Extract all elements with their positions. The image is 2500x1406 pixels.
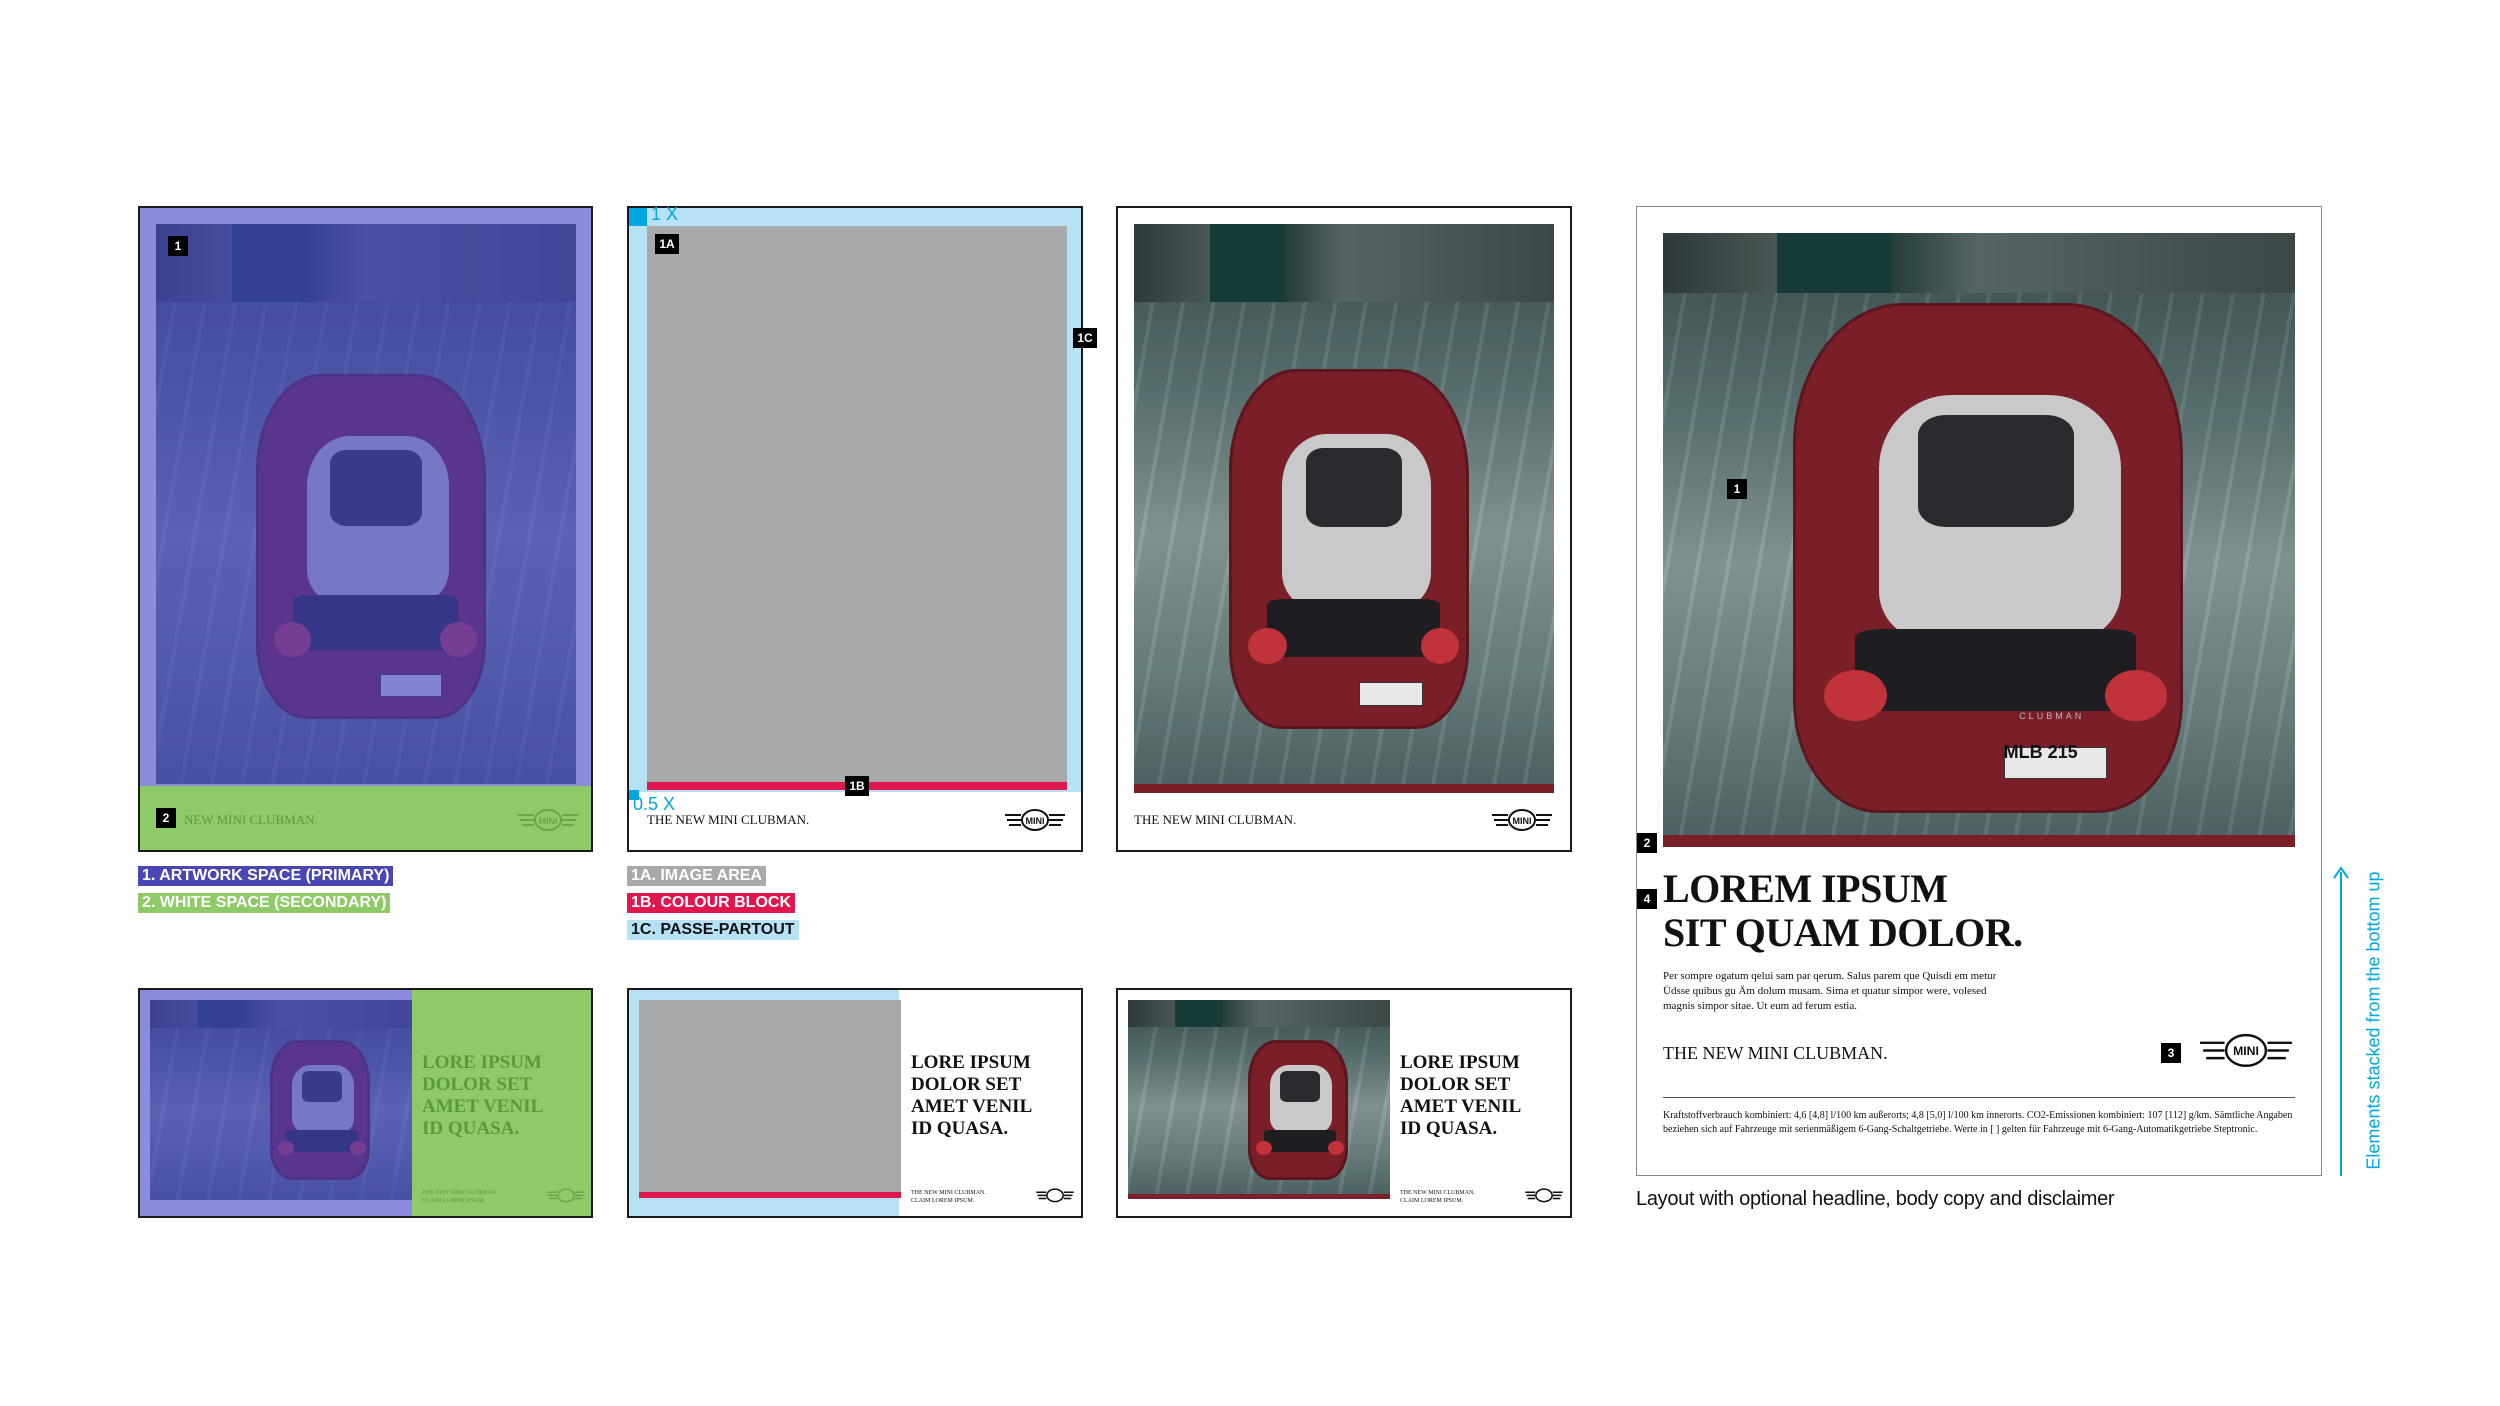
colour-block-bar — [1134, 784, 1554, 793]
small-headline: LORE IPSUM DOLOR SET AMET VENIL ID QUASA… — [911, 1052, 1032, 1140]
arrow-up-icon — [2333, 866, 2349, 879]
mini-logo-icon — [1036, 1188, 1074, 1203]
artwork-space-overlay — [140, 208, 591, 786]
legend-colour-block: 1B. COLOUR BLOCK — [627, 893, 795, 913]
headline-line: AMET VENIL — [1400, 1096, 1522, 1117]
marker-2: 2 — [1637, 833, 1657, 853]
claim-small: CLAIM LOREM IPSUM. — [1400, 1198, 1464, 1204]
headline-line: DOLOR SET — [911, 1074, 1022, 1095]
image-area — [639, 1000, 901, 1192]
layout-photo — [1134, 224, 1554, 784]
headline-line: DOLOR SET — [422, 1074, 533, 1095]
artwork-space-overlay — [140, 990, 412, 1216]
landscape-artwork-white-space: LORE IPSUM DOLOR SET AMET VENIL ID QUASA… — [138, 988, 593, 1218]
svg-text:MINI: MINI — [1513, 816, 1532, 826]
marker-1b: 1B — [845, 776, 869, 796]
tagline-small: THE NEW MINI CLUBMAN. — [911, 1190, 986, 1196]
tagline: THE NEW MINI CLUBMAN. — [1134, 812, 1297, 827]
mini-logo-icon: MINI — [518, 809, 578, 831]
big-headline: LOREM IPSUM SIT QUAM DOLOR. — [1663, 867, 2023, 955]
mini-logo-icon — [1525, 1188, 1563, 1203]
tagline-green: NEW MINI CLUBMAN. — [184, 812, 318, 827]
marker-1a: 1A — [655, 234, 679, 254]
car-illustration — [1229, 369, 1469, 729]
headline-line: DOLOR SET — [1400, 1074, 1511, 1095]
panel-artwork-white-space: 1 2 NEW MINI CLUBMAN. MINI — [138, 206, 593, 852]
tagline: THE NEW MINI CLUBMAN. — [647, 812, 810, 827]
landscape-photo-layout: LORE IPSUM DOLOR SET AMET VENIL ID QUASA… — [1116, 988, 1572, 1218]
mini-logo-icon: MINI — [1005, 809, 1065, 831]
tagline-small: THE NEW MINI CLUBMAN. — [422, 1190, 497, 1196]
marker-1: 1 — [168, 236, 188, 256]
headline-line: AMET VENIL — [911, 1096, 1033, 1117]
panel-image-area-structure: 1 X 1A 1C 1B 0.5 X THE NEW MINI CLUBMAN.… — [627, 204, 1097, 852]
legend-artwork-space: 1. ARTWORK SPACE (PRIMARY) — [138, 866, 394, 886]
layout-caption: Layout with optional headline, body copy… — [1636, 1188, 2115, 1210]
colour-block-bar — [1663, 835, 2295, 847]
stacking-arrow — [2340, 872, 2342, 1176]
tagline-small: THE NEW MINI CLUBMAN. — [1400, 1190, 1475, 1196]
headline-line: ID QUASA. — [911, 1118, 1009, 1139]
headline-line: LORE IPSUM — [911, 1052, 1031, 1073]
mini-logo-icon: MINI — [2200, 1033, 2292, 1068]
small-headline: LORE IPSUM DOLOR SET AMET VENIL ID QUASA… — [1400, 1052, 1521, 1140]
legend-passe-partout: 1C. PASSE-PARTOUT — [627, 920, 799, 940]
headline-line: AMET VENIL — [422, 1096, 544, 1117]
landscape-image-area-structure: LORE IPSUM DOLOR SET AMET VENIL ID QUASA… — [627, 988, 1083, 1218]
svg-text:MINI: MINI — [539, 816, 558, 826]
marker-1c: 1C — [1073, 328, 1097, 348]
marker-3: 3 — [2161, 1043, 2181, 1063]
claim-small: CLAIM LOREM IPSUM. — [911, 1198, 975, 1204]
svg-text:MINI: MINI — [1026, 816, 1045, 826]
legend-image-area: 1A. IMAGE AREA — [627, 866, 766, 886]
mini-logo-icon: MINI — [1492, 809, 1552, 831]
headline-line: ID QUASA. — [1400, 1118, 1498, 1139]
svg-text:MINI: MINI — [2233, 1044, 2259, 1058]
disclaimer-divider — [1663, 1097, 2295, 1098]
disclaimer: Kraftstoffverbrauch kombiniert: 4,6 [4,8… — [1663, 1110, 2293, 1135]
headline-line: LOREM IPSUM — [1663, 866, 1948, 911]
badge-text: CLUBMAN — [2019, 711, 2085, 721]
headline-line: ID QUASA. — [422, 1118, 520, 1139]
car-illustration: MLB 215 CLUBMAN — [1793, 303, 2183, 813]
headline-line: LORE IPSUM — [1400, 1052, 1520, 1073]
headline-line: LORE IPSUM — [422, 1052, 542, 1073]
full-layout-panel: MLB 215 CLUBMAN 1 2 4 3 LOREM IPSUM SIT … — [1636, 206, 2322, 1176]
marker-1: 1 — [1727, 479, 1747, 499]
one-x-label: 1 X — [651, 204, 679, 224]
marker-4: 4 — [1637, 889, 1657, 909]
marker-2: 2 — [156, 808, 176, 828]
colour-block — [639, 1192, 901, 1198]
hero-photo: MLB 215 CLUBMAN — [1663, 233, 2295, 835]
layout-photo — [1128, 1000, 1390, 1194]
headline-line: SIT QUAM DOLOR. — [1663, 910, 2023, 955]
body-copy: Per sompre ogatum qelui sam par qerum. S… — [1663, 970, 1997, 1012]
stacking-side-note: Elements stacked from the bottom up — [2363, 871, 2384, 1170]
colour-block-bar — [1128, 1194, 1390, 1199]
claim-small: CLAIM LOREM IPSUM. — [422, 1198, 486, 1204]
small-headline: LORE IPSUM DOLOR SET AMET VENIL ID QUASA… — [422, 1052, 543, 1140]
image-area — [647, 226, 1067, 782]
tagline: THE NEW MINI CLUBMAN. — [1663, 1043, 1888, 1063]
panel-photo-layout: THE NEW MINI CLUBMAN. MINI — [1116, 206, 1572, 852]
plate-text: MLB 215 — [2003, 741, 2078, 762]
mini-logo-icon — [547, 1188, 585, 1203]
legend-white-space: 2. WHITE SPACE (SECONDARY) — [138, 893, 391, 913]
one-x-marker — [629, 208, 647, 226]
